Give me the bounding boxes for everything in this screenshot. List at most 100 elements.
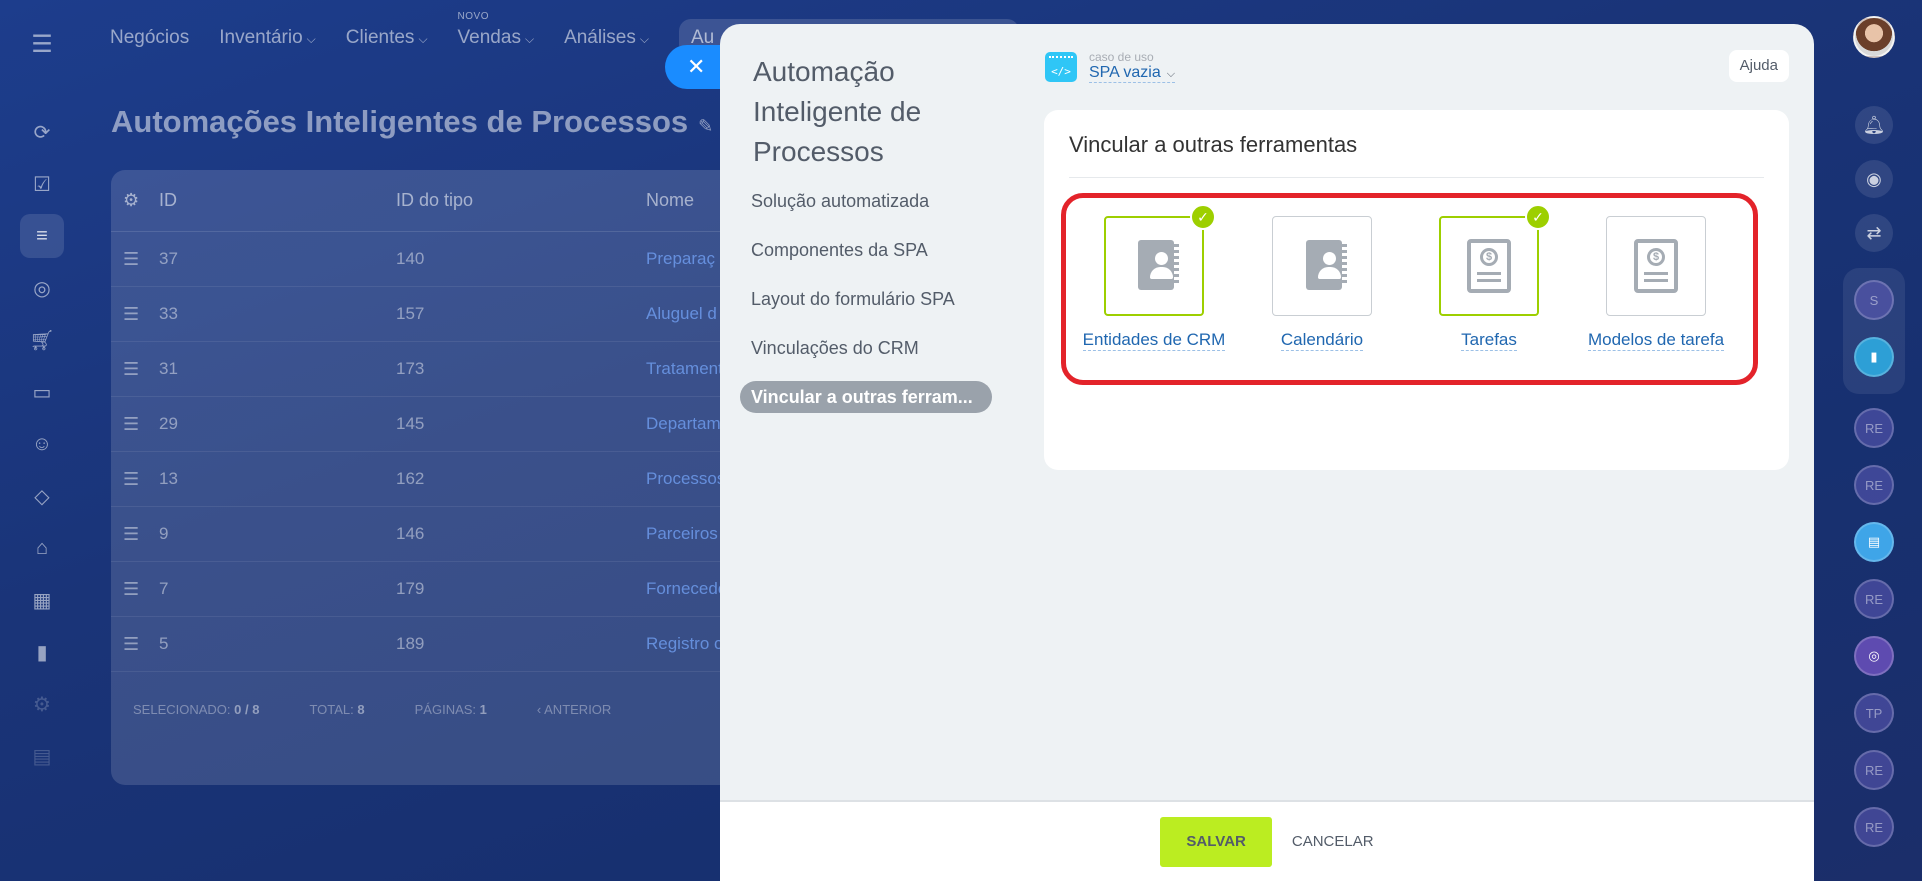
calendar-icon[interactable]: ▦ bbox=[20, 578, 64, 622]
nav-item-analises[interactable]: Análises ⌵ bbox=[564, 27, 649, 49]
tool-calendar[interactable]: Calendário bbox=[1242, 216, 1402, 351]
sync-icon[interactable]: ⇄ bbox=[1855, 214, 1893, 252]
panel-menu: Automação Inteligente de Processos Soluç… bbox=[720, 24, 1020, 881]
menu-item-spa-components[interactable]: Componentes da SPA bbox=[740, 234, 1010, 266]
chat-avatar[interactable]: S bbox=[1854, 280, 1894, 320]
row-menu-icon[interactable]: ☰ bbox=[111, 524, 159, 545]
hamburger-menu-icon[interactable]: ☰ bbox=[20, 22, 64, 66]
pages-label: PÁGINAS: bbox=[414, 702, 477, 717]
nav-item-vendas[interactable]: NOVO Vendas ⌵ bbox=[458, 11, 535, 49]
cart-icon[interactable]: 🛒︎ bbox=[20, 318, 64, 362]
tool-label[interactable]: Calendário bbox=[1280, 330, 1364, 351]
table-row[interactable]: ☰ 37 140 Preparaç bbox=[111, 232, 751, 287]
row-menu-icon[interactable]: ☰ bbox=[111, 414, 159, 435]
document-icon[interactable]: ▤ bbox=[20, 734, 64, 778]
table-row[interactable]: ☰ 31 173 Tratament bbox=[111, 342, 751, 397]
crm-funnel-icon[interactable]: ≡ bbox=[20, 214, 64, 258]
cell-type-id: 146 bbox=[396, 524, 425, 543]
user-avatar[interactable] bbox=[1853, 16, 1895, 58]
table-header: ⚙ ID ID do tipo Nome bbox=[111, 170, 751, 232]
fingerprint-icon[interactable]: ◉ bbox=[1855, 160, 1893, 198]
contact-book-icon bbox=[1132, 240, 1179, 292]
cell-id: 29 bbox=[159, 414, 178, 433]
nav-label: Negócios bbox=[110, 27, 190, 48]
gear-icon[interactable]: ⚙ bbox=[111, 190, 159, 211]
usecase-dropdown[interactable]: SPA vazia ⌵ bbox=[1089, 64, 1176, 83]
tool-tile[interactable]: $ ✓ bbox=[1439, 204, 1551, 316]
robot-icon[interactable]: ☺ bbox=[20, 422, 64, 466]
cell-type-id: 162 bbox=[396, 469, 425, 488]
analytics-icon[interactable]: ▮ bbox=[20, 630, 64, 674]
save-button[interactable]: SALVAR bbox=[1160, 816, 1272, 867]
usecase-value: SPA vazia bbox=[1089, 64, 1161, 81]
row-menu-icon[interactable]: ☰ bbox=[111, 469, 159, 490]
support-icon[interactable]: ◎ bbox=[1854, 636, 1894, 676]
cell-type-id: 140 bbox=[396, 249, 425, 268]
tool-label[interactable]: Entidades de CRM bbox=[1082, 330, 1226, 351]
automation-settings-panel: Automação Inteligente de Processos Soluç… bbox=[720, 24, 1814, 881]
nav-item-negocios[interactable]: Negócios bbox=[110, 27, 189, 49]
column-header-type-id[interactable]: ID do tipo bbox=[396, 190, 646, 211]
row-menu-icon[interactable]: ☰ bbox=[111, 359, 159, 380]
tool-label[interactable]: Modelos de tarefa bbox=[1587, 330, 1725, 351]
row-menu-icon[interactable]: ☰ bbox=[111, 249, 159, 270]
target-icon[interactable]: ◎ bbox=[20, 266, 64, 310]
tool-crm-entities[interactable]: ✓ Entidades de CRM bbox=[1074, 204, 1234, 351]
previous-page-link[interactable]: ‹ ANTERIOR bbox=[537, 702, 611, 717]
table-row[interactable]: ☰ 9 146 Parceiros bbox=[111, 507, 751, 562]
chat-avatar[interactable]: RE bbox=[1854, 408, 1894, 448]
close-panel-button[interactable]: ✕ bbox=[665, 45, 725, 89]
chat-avatar[interactable]: TP bbox=[1854, 693, 1894, 733]
tool-label[interactable]: Tarefas bbox=[1461, 330, 1517, 351]
table-row[interactable]: ☰ 5 189 Registro c bbox=[111, 617, 751, 672]
checkbox-icon[interactable]: ☑ bbox=[20, 162, 64, 206]
table-row[interactable]: ☰ 33 157 Aluguel d bbox=[111, 287, 751, 342]
bookmark-icon[interactable]: ▮ bbox=[1854, 337, 1894, 377]
cell-type-id: 189 bbox=[396, 634, 425, 653]
section-title: Vincular a outras ferramentas bbox=[1069, 132, 1358, 157]
table-row[interactable]: ☰ 7 179 Fornecedo bbox=[111, 562, 751, 617]
panel-footer: SALVAR CANCELAR bbox=[720, 800, 1814, 881]
menu-item-crm-bindings[interactable]: Vinculações do CRM bbox=[740, 332, 1010, 364]
tool-tasks[interactable]: $ ✓ Tarefas bbox=[1409, 204, 1569, 351]
menu-item-link-other-tools[interactable]: Vincular a outras ferram... bbox=[740, 381, 992, 413]
chat-avatar[interactable]: RE bbox=[1854, 750, 1894, 790]
total-count: TOTAL: 8 bbox=[309, 702, 364, 717]
chat-bubble-icon[interactable]: ▤ bbox=[1854, 522, 1894, 562]
nav-item-inventario[interactable]: Inventário ⌵ bbox=[219, 27, 316, 49]
pages-count: PÁGINAS: 1 bbox=[415, 702, 487, 717]
box-icon[interactable]: ◇ bbox=[20, 474, 64, 518]
chat-avatar[interactable]: RE bbox=[1854, 465, 1894, 505]
column-header-id[interactable]: ID bbox=[159, 190, 396, 211]
menu-item-automated-solution[interactable]: Solução automatizada bbox=[740, 185, 1010, 217]
row-menu-icon[interactable]: ☰ bbox=[111, 304, 159, 325]
tool-tile[interactable]: $ bbox=[1606, 216, 1706, 316]
new-badge: NOVO bbox=[457, 11, 489, 22]
row-menu-icon[interactable]: ☰ bbox=[111, 634, 159, 655]
warehouse-icon[interactable]: ⌂ bbox=[20, 526, 64, 570]
tool-tile[interactable]: ✓ bbox=[1104, 204, 1216, 316]
chat-avatar[interactable]: RE bbox=[1854, 807, 1894, 847]
tool-task-templates[interactable]: $ Modelos de tarefa bbox=[1576, 216, 1736, 351]
total-value: 8 bbox=[357, 702, 365, 717]
pencil-icon[interactable]: ✎ bbox=[698, 116, 713, 136]
menu-item-form-layout[interactable]: Layout do formulário SPA bbox=[740, 283, 1010, 315]
usecase-selector[interactable]: </> caso de uso SPA vazia ⌵ bbox=[1045, 50, 1176, 83]
pipeline-icon[interactable]: ⟳ bbox=[20, 110, 64, 154]
nav-item-clientes[interactable]: Clientes ⌵ bbox=[346, 27, 428, 49]
cell-type-id: 145 bbox=[396, 414, 425, 433]
nav-label: Inventário bbox=[219, 27, 303, 48]
cell-type-id: 173 bbox=[396, 359, 425, 378]
bell-icon[interactable]: 🔔︎ bbox=[1855, 106, 1893, 144]
row-menu-icon[interactable]: ☰ bbox=[111, 579, 159, 600]
chat-avatar[interactable]: RE bbox=[1854, 579, 1894, 619]
cancel-button[interactable]: CANCELAR bbox=[1292, 817, 1374, 867]
table-row[interactable]: ☰ 29 145 Departam bbox=[111, 397, 751, 452]
settings-icon[interactable]: ⚙ bbox=[20, 682, 64, 726]
tool-tile[interactable] bbox=[1272, 216, 1372, 316]
contact-card-icon[interactable]: ▭ bbox=[20, 370, 64, 414]
selected-count: SELECIONADO: 0 / 8 bbox=[133, 702, 259, 717]
table-row[interactable]: ☰ 13 162 Processos bbox=[111, 452, 751, 507]
chevron-down-icon: ⌵ bbox=[306, 32, 316, 46]
help-button[interactable]: Ajuda bbox=[1728, 50, 1789, 82]
